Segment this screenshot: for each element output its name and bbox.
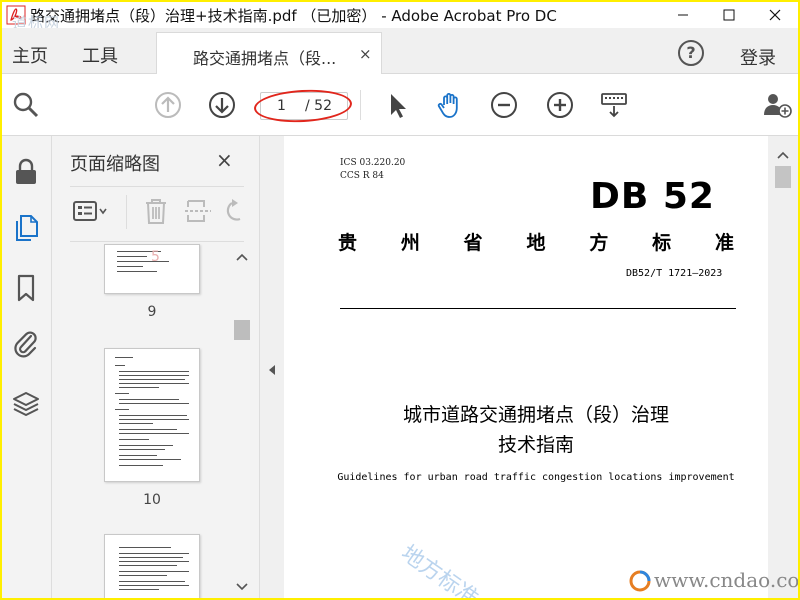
province-standard-heading: 贵 州 省 地 方 标 准 xyxy=(338,228,734,255)
delete-page-icon[interactable] xyxy=(142,197,170,225)
collapse-panel-handle[interactable] xyxy=(260,136,284,598)
thumbnail-toolbar-divider xyxy=(126,195,127,229)
heading-char: 标 xyxy=(652,232,672,254)
zoom-in-icon[interactable] xyxy=(546,91,574,119)
zoom-search-icon[interactable] xyxy=(12,91,40,119)
page-thumbnails-button[interactable] xyxy=(8,210,44,246)
keyboard-page-icon[interactable] xyxy=(600,91,628,119)
hand-tool-icon[interactable] xyxy=(436,91,464,119)
ccs-code: CCS R 84 xyxy=(340,171,384,181)
document-scroll-thumb[interactable] xyxy=(775,166,791,188)
heading-char: 贵 xyxy=(338,232,358,254)
close-panel-button[interactable]: × xyxy=(216,148,233,172)
maximize-icon xyxy=(723,9,735,21)
select-arrow-icon[interactable] xyxy=(384,91,412,119)
thumbnail-toolbar xyxy=(70,186,244,242)
toolbar: 1 / 52 xyxy=(2,74,798,136)
page-thumbnail-number: 9 xyxy=(147,304,157,320)
thumbnail-watermark: 5 xyxy=(151,249,160,265)
ics-code: ICS 03.220.20 xyxy=(340,158,406,168)
window-title: 路交通拥堵点（段）治理+技术指南.pdf （已加密） - Adobe Acrob… xyxy=(30,7,557,25)
heading-char: 方 xyxy=(589,232,609,254)
left-navigation-rail xyxy=(2,136,52,598)
horizontal-rule xyxy=(340,308,736,309)
scroll-up-arrow-icon[interactable] xyxy=(777,150,789,160)
title-bar: 路交通拥堵点（段）治理+技术指南.pdf （已加密） - Adobe Acrob… xyxy=(2,2,798,28)
site-logo-icon xyxy=(629,570,651,592)
share-user-icon[interactable] xyxy=(762,91,794,119)
scroll-up-arrow-icon[interactable] xyxy=(236,252,248,262)
document-title: 城市道路交通拥堵点（段）治理 xyxy=(402,404,669,426)
security-panel-button[interactable] xyxy=(8,154,44,190)
heading-char: 准 xyxy=(714,232,734,254)
toolbar-divider xyxy=(360,90,361,120)
attachments-button[interactable] xyxy=(8,326,44,362)
page-thumbnail[interactable]: 5 xyxy=(104,244,200,294)
collapse-arrow-icon[interactable] xyxy=(268,364,276,376)
document-title-line2: 技术指南 xyxy=(497,434,574,456)
thumbnail-scroll-thumb[interactable] xyxy=(234,320,250,340)
paperclip-icon xyxy=(14,331,37,358)
close-tab-button[interactable]: × xyxy=(359,45,372,63)
heading-char: 州 xyxy=(400,232,420,254)
page-thumbnail[interactable] xyxy=(104,348,200,482)
bookmark-icon xyxy=(17,274,35,302)
heading-char: 地 xyxy=(526,232,546,254)
minimize-button[interactable] xyxy=(660,2,706,28)
layers-button[interactable] xyxy=(8,386,44,422)
document-scrollbar[interactable] xyxy=(768,136,798,598)
thumbnail-scrollbar[interactable] xyxy=(232,248,252,598)
english-title: Guidelines for urban road traffic conges… xyxy=(337,472,735,483)
page-up-icon[interactable] xyxy=(154,91,182,119)
minimize-icon xyxy=(678,14,688,16)
site-watermark: www.cndao.com xyxy=(654,568,798,592)
page-thumbnail-number: 10 xyxy=(143,492,161,508)
page-down-icon[interactable] xyxy=(208,91,236,119)
tab-bar: 主页 工具 路交通拥堵点（段... × ? 登录 xyxy=(2,28,798,74)
layers-icon xyxy=(13,392,39,416)
acrobat-window: 路交通拥堵点（段）治理+技术指南.pdf （已加密） - Adobe Acrob… xyxy=(2,2,798,598)
rotate-page-icon[interactable] xyxy=(222,197,244,225)
help-button[interactable]: ? xyxy=(678,40,704,66)
acrobat-app-icon xyxy=(6,5,26,25)
panel-title: 页面缩略图 xyxy=(70,154,160,175)
page-thumbnails-panel: 页面缩略图 × 5 9 10 xyxy=(52,136,260,598)
heading-char: 省 xyxy=(463,232,483,254)
extract-page-icon[interactable] xyxy=(184,197,212,225)
tab-tools[interactable]: 工具 xyxy=(82,42,118,68)
login-button[interactable]: 登录 xyxy=(740,44,776,70)
thumbnail-options-icon[interactable] xyxy=(72,197,108,225)
pages-icon xyxy=(16,215,38,241)
document-page: ICS 03.220.20 CCS R 84 DB 52 贵 州 省 地 方 标… xyxy=(284,136,768,598)
tab-home[interactable]: 主页 xyxy=(12,42,48,68)
zoom-out-icon[interactable] xyxy=(490,91,518,119)
scroll-down-arrow-icon[interactable] xyxy=(236,582,248,592)
bookmarks-button[interactable] xyxy=(8,270,44,306)
maximize-button[interactable] xyxy=(706,2,752,28)
tab-document[interactable]: 路交通拥堵点（段... × xyxy=(156,32,382,74)
lock-icon xyxy=(16,158,36,184)
standard-number: DB52/T 1721—2023 xyxy=(626,268,723,279)
standard-logo-code: DB 52 xyxy=(590,176,715,217)
close-window-button[interactable] xyxy=(752,2,798,28)
page-thumbnail[interactable] xyxy=(104,534,200,598)
document-tab-label: 路交通拥堵点（段... xyxy=(193,49,337,68)
close-icon xyxy=(769,9,781,21)
diagonal-watermark: 地方标准 xyxy=(396,540,483,598)
